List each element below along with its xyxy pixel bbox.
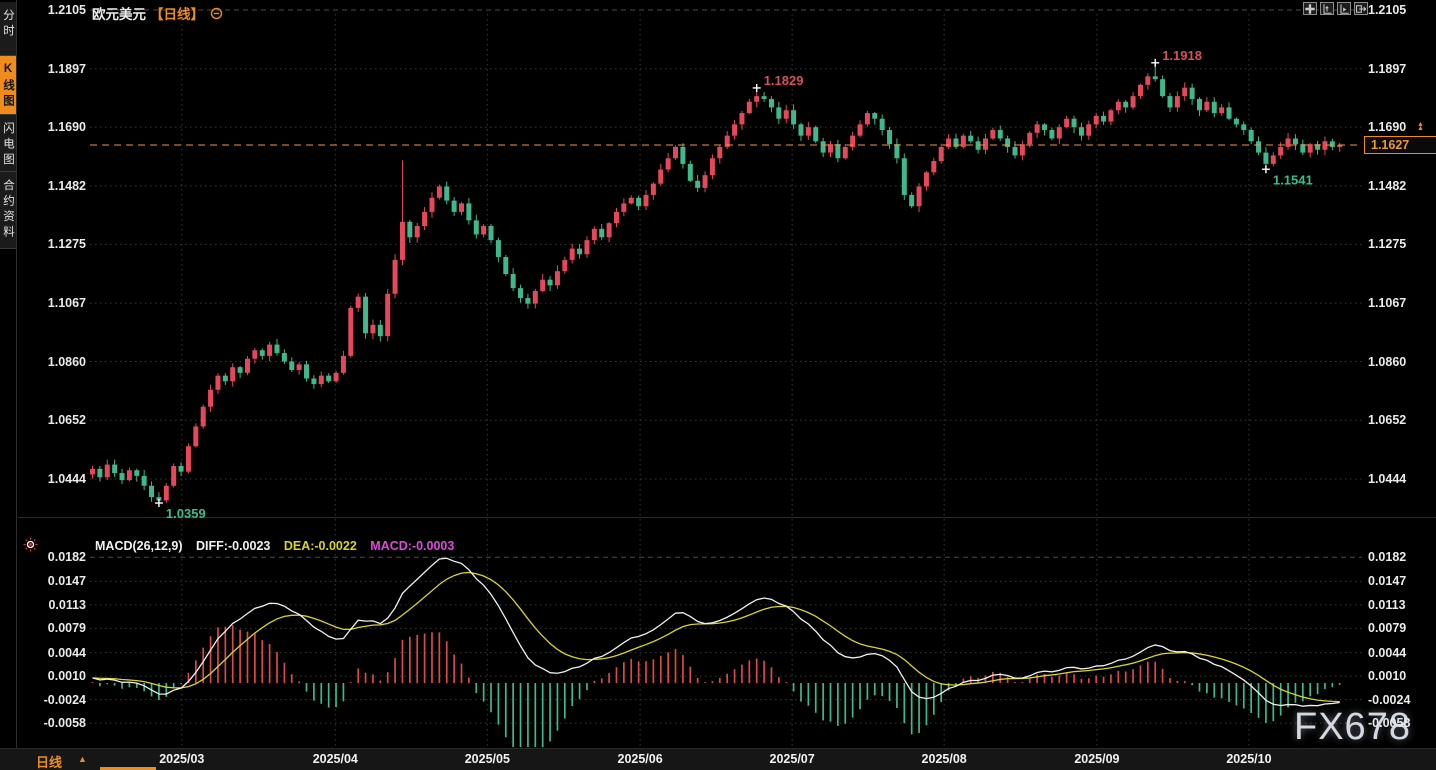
symbol-name: 欧元美元 bbox=[92, 3, 146, 23]
macd-axis-label: -0.0024 bbox=[14, 693, 86, 707]
price-axis-label: 1.1067 bbox=[14, 296, 86, 310]
chart-toolbar bbox=[1303, 2, 1368, 15]
x-axis-label: 2025/03 bbox=[159, 752, 204, 766]
price-axis-label: 1.1482 bbox=[1368, 179, 1406, 193]
macd-indicator-label: MACD(26,12,9) DIFF:-0.0023 DEA:-0.0022 M… bbox=[95, 539, 454, 553]
chart-canvas[interactable]: 1.0359 1.1829 1.1918 1.1541 bbox=[0, 0, 1436, 770]
x-axis-zoom-button[interactable] bbox=[1337, 2, 1351, 15]
macd-params-label: MACD(26,12,9) bbox=[95, 539, 183, 553]
price-axis-label: 1.1690 bbox=[14, 120, 86, 134]
x-axis-label: 2025/07 bbox=[770, 752, 815, 766]
price-axis-label: 1.1690 bbox=[1368, 120, 1406, 134]
x-axis-label: 2025/05 bbox=[465, 752, 510, 766]
price-axis-label: 1.1275 bbox=[14, 237, 86, 251]
macd-diff-value: DIFF:-0.0023 bbox=[196, 539, 270, 553]
macd-axis-label: 0.0182 bbox=[1368, 550, 1406, 564]
trading-app: 1.0359 1.1829 1.1918 1.1541 分时图K线图闪电图合约资料 欧… bbox=[0, 0, 1436, 770]
price-axis-label: 1.0652 bbox=[14, 413, 86, 427]
macd-axis-label: 0.0079 bbox=[1368, 621, 1406, 635]
current-price-badge: 1.1627 bbox=[1364, 136, 1436, 154]
price-axis-label: 1.1275 bbox=[1368, 237, 1406, 251]
macd-axis-label: 0.0147 bbox=[14, 574, 86, 588]
price-axis-label: 1.0444 bbox=[14, 472, 86, 486]
chart-title: 欧元美元 【日线】 bbox=[92, 3, 223, 23]
x-axis-label: 2025/04 bbox=[313, 752, 358, 766]
macd-axis-label: 0.0044 bbox=[1368, 646, 1406, 660]
export-button[interactable] bbox=[1354, 2, 1368, 15]
price-axis-label: 1.1897 bbox=[1368, 62, 1406, 76]
watermark: FX678 bbox=[1294, 706, 1411, 749]
macd-axis-label: 0.0147 bbox=[1368, 574, 1406, 588]
macd-axis-label: -0.0024 bbox=[1368, 693, 1410, 707]
price-axis-label: 1.0860 bbox=[1368, 355, 1406, 369]
y-axis-zoom-button[interactable] bbox=[1320, 2, 1334, 15]
price-annotation: 1.0359 bbox=[166, 506, 206, 521]
sidebar-item-3[interactable]: 闪电图 bbox=[0, 115, 16, 172]
price-annotation: 1.1541 bbox=[1273, 172, 1313, 187]
macd-axis-label: 0.0113 bbox=[1368, 598, 1406, 612]
sidebar: 分时图K线图闪电图合约资料 bbox=[0, 0, 17, 748]
price-axis-label: 1.1067 bbox=[1368, 296, 1406, 310]
period-tag: 【日线】 bbox=[150, 3, 204, 23]
price-axis-label: 1.2105 bbox=[14, 3, 86, 17]
macd-axis-label: 0.0113 bbox=[14, 598, 86, 612]
x-axis-label: 2025/09 bbox=[1074, 752, 1119, 766]
timeframe-dropdown-arrow[interactable]: ▲ bbox=[78, 754, 87, 764]
macd-axis-label: 0.0010 bbox=[14, 669, 86, 683]
price-axis-label: 1.0444 bbox=[1368, 472, 1406, 486]
x-axis-label: 2025/08 bbox=[922, 752, 967, 766]
sidebar-item-1[interactable]: 分时图 bbox=[0, 2, 16, 56]
macd-macd-value: MACD:-0.0003 bbox=[370, 539, 454, 553]
price-axis-label: 1.0652 bbox=[1368, 413, 1406, 427]
x-axis-label: 2025/06 bbox=[618, 752, 663, 766]
price-axis-label: 1.1482 bbox=[14, 179, 86, 193]
sidebar-item-4[interactable]: 合约资料 bbox=[0, 172, 16, 249]
macd-axis-label: 0.0044 bbox=[14, 646, 86, 660]
price-arrows-marker: ▲▲ bbox=[1417, 123, 1424, 132]
sidebar-item-2[interactable]: K线图 bbox=[0, 56, 16, 115]
price-axis-label: 1.0860 bbox=[14, 355, 86, 369]
pan-tool-button[interactable] bbox=[1303, 2, 1317, 15]
timeframe-label[interactable]: 日线 bbox=[36, 752, 62, 770]
settings-icon[interactable] bbox=[210, 7, 223, 20]
timeframe-bar: 日线 ▲ 2025/03 2025/04 2025/05 2025/06 2025/07… bbox=[0, 748, 1436, 770]
indicator-settings-icon[interactable] bbox=[23, 537, 38, 557]
price-axis-label: 1.1897 bbox=[14, 62, 86, 76]
macd-dea-value: DEA:-0.0022 bbox=[284, 539, 357, 553]
price-annotation: 1.1829 bbox=[764, 73, 804, 88]
price-axis-label: 1.2105 bbox=[1368, 3, 1406, 17]
price-annotation: 1.1918 bbox=[1162, 48, 1202, 63]
macd-axis-label: -0.0058 bbox=[14, 716, 86, 730]
macd-axis-label: 0.0079 bbox=[14, 621, 86, 635]
x-axis-label: 2025/10 bbox=[1226, 752, 1271, 766]
macd-axis-label: 0.0010 bbox=[1368, 669, 1406, 683]
